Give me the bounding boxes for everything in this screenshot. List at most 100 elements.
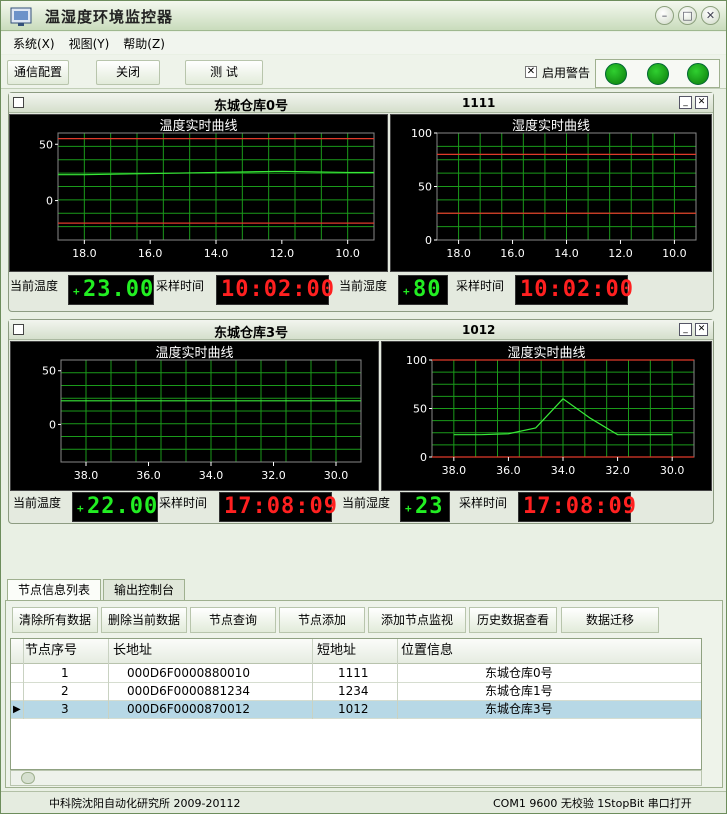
- table-row[interactable]: 1 000D6F0000880010 1111 东城仓库0号: [11, 665, 701, 683]
- x-tick-label: 16.0: [138, 247, 163, 260]
- maximize-button[interactable]: □: [678, 6, 697, 25]
- hum-chart: 100 50 0 38.0 36.0 34.0 32.0 30.0 湿度实时曲线: [381, 341, 712, 491]
- hum-display: + 23: [400, 492, 450, 522]
- col-divider: [108, 639, 109, 719]
- panel-icon: [13, 97, 24, 108]
- col-divider: [23, 639, 24, 719]
- sample-time-label: 采样时间: [156, 279, 205, 293]
- alarm-label: 启用警告: [542, 66, 591, 80]
- hum-value: 80: [413, 277, 442, 302]
- bottom-tabs: 节点信息列表 输出控制台: [7, 579, 187, 601]
- app-window: 温湿度环境监控器 – □ ✕ 系统(X) 视图(Y) 帮助(Z) 通信配置 关闭…: [0, 0, 727, 814]
- cell-long-addr: 000D6F0000870012: [127, 702, 251, 716]
- y-tick-label: 50: [42, 365, 56, 378]
- monitor-panel-3: 东城仓库3号 1012 _ ✕ 50 0 38.0 36.0 34.0 32.0 30.0 …: [8, 319, 714, 524]
- data-migrate-button[interactable]: 数据迁移: [561, 607, 659, 633]
- x-tick-label: 30.0: [324, 469, 349, 482]
- col-header-index[interactable]: 节点序号: [25, 639, 77, 663]
- menu-help[interactable]: 帮助(Z): [123, 35, 165, 52]
- temp-value: 22.00: [87, 494, 159, 519]
- panel-close-button[interactable]: ✕: [695, 323, 708, 336]
- close-window-button[interactable]: ✕: [701, 6, 720, 25]
- y-tick-label: 0: [420, 451, 427, 464]
- x-tick-label: 30.0: [660, 464, 685, 477]
- history-data-button[interactable]: 历史数据查看: [469, 607, 557, 633]
- node-add-button[interactable]: 节点添加: [279, 607, 365, 633]
- status-right: COM1 9600 无校验 1StopBit 串口打开: [493, 797, 692, 810]
- x-tick-label: 10.0: [662, 247, 687, 260]
- sample-time-label: 采样时间: [159, 496, 208, 510]
- x-tick-label: 16.0: [500, 247, 525, 260]
- cell-index: 2: [61, 684, 69, 698]
- alarm-led-3: [687, 63, 709, 85]
- cell-short-addr: 1111: [338, 666, 369, 680]
- scroll-thumb[interactable]: [21, 772, 35, 784]
- minimize-button[interactable]: –: [655, 6, 674, 25]
- alarm-checkbox[interactable]: ✕: [525, 66, 537, 78]
- horizontal-scrollbar[interactable]: [10, 770, 702, 786]
- status-bar: 中科院沈阳自动化研究所 2009-20112 COM1 9600 无校验 1St…: [1, 791, 726, 813]
- comm-config-button[interactable]: 通信配置: [7, 60, 69, 85]
- add-node-monitor-button[interactable]: 添加节点监视: [368, 607, 466, 633]
- app-icon: [10, 7, 32, 26]
- sign-indicator: +: [77, 502, 85, 515]
- clear-all-button[interactable]: 清除所有数据: [12, 607, 98, 633]
- alarm-led-1: [605, 63, 627, 85]
- panel-name: 东城仓库0号: [214, 99, 289, 114]
- menu-system[interactable]: 系统(X): [13, 35, 55, 52]
- x-tick-label: 32.0: [261, 469, 286, 482]
- panel-header: 东城仓库0号 1111 _ ✕: [9, 93, 713, 114]
- hum-chart-title: 湿度实时曲线: [511, 119, 590, 134]
- x-tick-label: 36.0: [136, 469, 161, 482]
- temp-chart-plot: 50 0 38.0 36.0 34.0 32.0 30.0: [42, 359, 362, 482]
- temp-display: + 23.00: [68, 275, 154, 305]
- panel-close-button[interactable]: ✕: [695, 96, 708, 109]
- window-title: 温湿度环境监控器: [45, 8, 174, 26]
- x-tick-label: 10.0: [335, 247, 360, 260]
- hum-chart-plot: 10050038.0 36.0 34.0 32.0 30.0: [406, 354, 695, 477]
- readings-row: 当前温度 + 22.00 采样时间 17:08:09 当前湿度 + 23 采样时…: [9, 492, 713, 522]
- hum-chart-title: 湿度实时曲线: [507, 346, 586, 361]
- tab-output-console[interactable]: 输出控制台: [103, 579, 186, 601]
- panel-node-id: 1012: [462, 323, 496, 337]
- monitor-panel-0: 东城仓库0号 1111 _ ✕ 50 0 18.0 16.0 14.0 12.0 10.0 …: [8, 92, 714, 312]
- delete-current-button[interactable]: 删除当前数据: [101, 607, 187, 633]
- test-button[interactable]: 测 试: [185, 60, 263, 85]
- cell-long-addr: 000D6F0000880010: [127, 666, 251, 680]
- temp-label: 当前温度: [13, 496, 62, 510]
- col-header-short-addr[interactable]: 短地址: [317, 639, 356, 663]
- sign-indicator: +: [405, 502, 413, 515]
- x-tick-label: 38.0: [442, 464, 467, 477]
- node-query-button[interactable]: 节点查询: [190, 607, 276, 633]
- panel-name: 东城仓库3号: [214, 326, 289, 341]
- cell-location: 东城仓库3号: [485, 702, 553, 716]
- x-tick-label: 18.0: [72, 247, 97, 260]
- panel-minimize-button[interactable]: _: [679, 96, 692, 109]
- col-header-long-addr[interactable]: 长地址: [113, 639, 152, 663]
- y-tick-label: 0: [46, 195, 53, 208]
- panel-icon: [13, 324, 24, 335]
- hum-display: + 80: [398, 275, 448, 305]
- table-row[interactable]: 2 000D6F0000881234 1234 东城仓库1号: [11, 683, 701, 701]
- x-tick-label: 36.0: [496, 464, 521, 477]
- panel-node-id: 1111: [462, 96, 496, 110]
- cell-short-addr: 1234: [338, 684, 369, 698]
- y-tick-label: 50: [413, 403, 427, 416]
- table-row-selected[interactable]: ▶ 3 000D6F0000870012 1012 东城仓库3号: [11, 701, 701, 719]
- panel-minimize-button[interactable]: _: [679, 323, 692, 336]
- panel-header: 东城仓库3号 1012 _ ✕: [9, 320, 713, 341]
- menu-view[interactable]: 视图(Y): [69, 35, 110, 52]
- alarm-led-2: [647, 63, 669, 85]
- sign-indicator: +: [403, 285, 411, 298]
- sign-indicator: +: [73, 285, 81, 298]
- x-tick-label: 14.0: [204, 247, 229, 260]
- temp-chart: 50 0 38.0 36.0 34.0 32.0 30.0 温度实时曲线: [10, 341, 379, 491]
- close-port-button[interactable]: 关闭: [96, 60, 160, 85]
- hum-chart-plot: 10050018.0 16.0 14.0 12.0 10.0: [411, 127, 697, 260]
- menu-bar: 系统(X) 视图(Y) 帮助(Z): [1, 32, 726, 54]
- time-display: 10:02:00: [216, 275, 334, 305]
- col-header-location[interactable]: 位置信息: [401, 639, 453, 663]
- row-pointer-icon: ▶: [13, 704, 21, 715]
- time-display: 17:08:09: [219, 492, 337, 522]
- tab-node-list[interactable]: 节点信息列表: [7, 579, 102, 601]
